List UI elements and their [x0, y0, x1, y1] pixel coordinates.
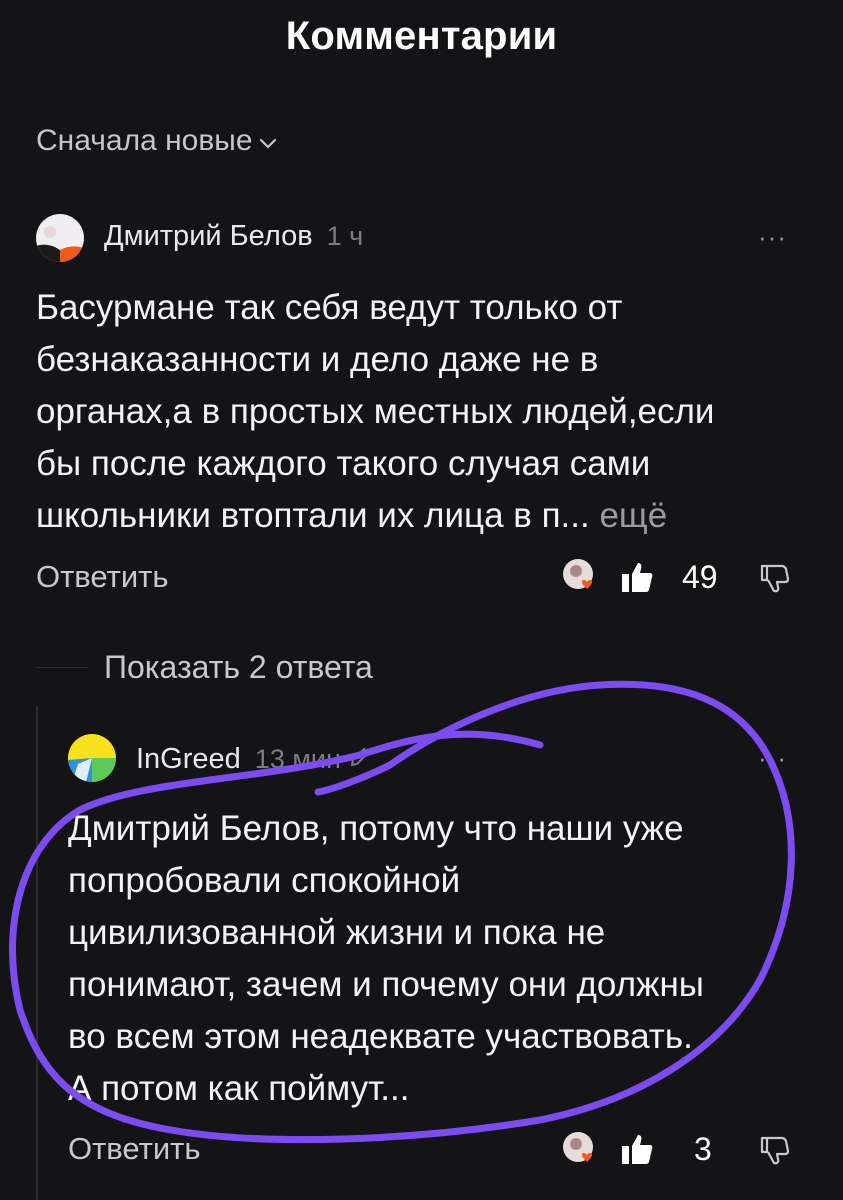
- show-replies-button[interactable]: Показать 2 ответа: [104, 649, 373, 686]
- divider: [36, 667, 88, 668]
- reply-line: попробовали спокойной: [68, 861, 461, 900]
- thumbs-up-icon[interactable]: [620, 1132, 654, 1171]
- reply-button[interactable]: Ответить: [68, 1131, 201, 1167]
- reply-line: понимают, зачем и почему они должны: [68, 965, 704, 1004]
- reply-text: Дмитрий Белов, потому что наши уже попро…: [68, 803, 828, 1115]
- reactor-avatar-icon: [562, 1131, 600, 1174]
- reactions-bar: [562, 558, 600, 596]
- sort-label: Сначала новые: [36, 124, 253, 157]
- thumbs-up-icon[interactable]: [620, 560, 654, 599]
- reply-author[interactable]: InGreed: [136, 743, 241, 776]
- reply-button[interactable]: Ответить: [36, 559, 169, 595]
- avatar[interactable]: [68, 734, 116, 782]
- comment-author[interactable]: Дмитрий Белов: [104, 220, 313, 253]
- comment-line: школьники втоптали их лица в п...: [36, 496, 590, 535]
- reply-line: цивилизованной жизни и пока не: [68, 913, 606, 952]
- comment-line: органах,а в простых местных людей,если: [36, 392, 715, 431]
- comment-header: Дмитрий Белов 1 ч: [104, 220, 363, 253]
- reply-time: 13 мин: [254, 744, 341, 774]
- more-link[interactable]: ещё: [599, 496, 667, 535]
- likes-count: 3: [694, 1131, 712, 1167]
- reply-line: во всем этом неадеквате участвовать.: [68, 1017, 693, 1056]
- comment-line: бы после каждого такого случая сами: [36, 444, 651, 483]
- avatar[interactable]: [36, 214, 84, 262]
- comment-time: 1 ч: [326, 221, 364, 251]
- reactor-avatar-icon: [562, 558, 600, 596]
- reply-line: А потом как поймут...: [68, 1069, 410, 1108]
- thumbs-down-icon[interactable]: [758, 1134, 790, 1171]
- more-icon[interactable]: ···: [758, 222, 787, 253]
- likes-count: 49: [682, 559, 718, 595]
- page-title: Комментарии: [285, 14, 558, 58]
- thread-line: [36, 706, 38, 1200]
- sort-dropdown[interactable]: Сначала новые: [36, 124, 277, 158]
- more-icon[interactable]: ···: [758, 743, 787, 774]
- reply-line: Дмитрий Белов, потому что наши уже: [68, 809, 684, 848]
- comment-text: Басурмане так себя ведут только от безна…: [36, 282, 826, 542]
- comment-line: Басурмане так себя ведут только от: [36, 288, 623, 327]
- reply-header: InGreed 13 мин: [136, 743, 371, 776]
- chevron-down-icon: [259, 124, 277, 158]
- thumbs-down-icon[interactable]: [758, 562, 790, 599]
- comment-line: безнаказанности и дело даже не в: [36, 340, 599, 379]
- edit-pencil-icon: [349, 746, 371, 773]
